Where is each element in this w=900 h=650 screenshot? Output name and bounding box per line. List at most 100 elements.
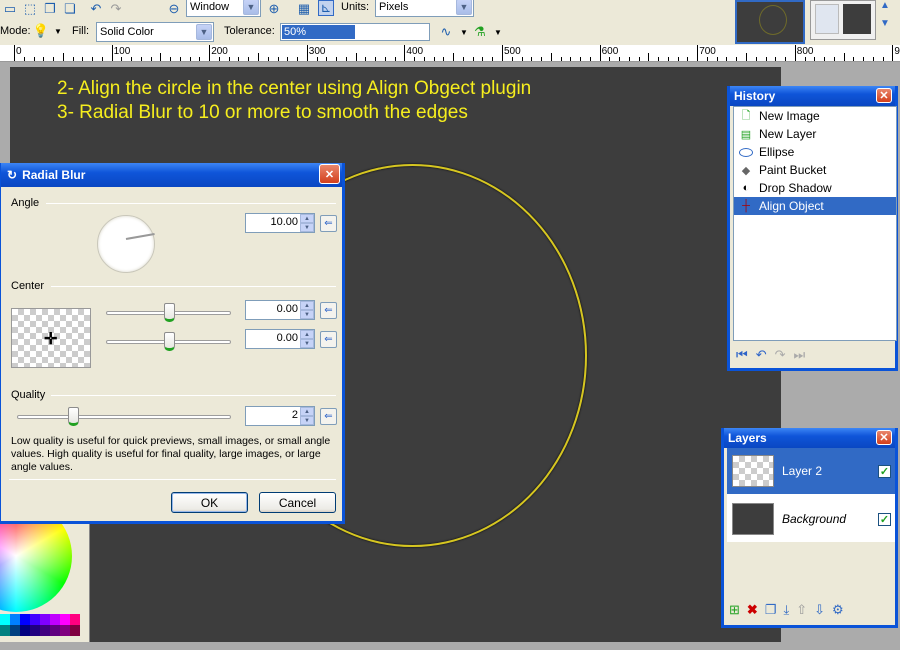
quality-slider[interactable] [17,415,231,419]
crop-icon[interactable]: ▭ [2,1,18,17]
palette-swatch[interactable] [50,614,60,625]
center-x-slider-thumb[interactable] [164,303,175,322]
palette-swatch[interactable] [0,614,10,625]
spin-down-icon[interactable]: ▼ [300,310,314,319]
units-select[interactable]: Pixels ▼ [375,0,474,17]
scroll-up-icon[interactable]: ▲ [880,0,898,14]
angle-spinner[interactable]: 10.00 ▲ ▼ [245,213,315,233]
merge-layer-icon[interactable]: ⤓ [783,602,789,618]
palette-swatch[interactable] [60,614,70,625]
ruler-minor-tick [833,57,835,61]
chevron-down-icon[interactable]: ▼ [456,24,472,40]
rulers-icon[interactable]: ⊾ [318,0,334,16]
lightbulb-icon[interactable]: 💡 [33,23,49,39]
spin-down-icon[interactable]: ▼ [300,223,314,232]
zoom-mode-select[interactable]: Window ▼ [186,0,261,17]
image-thumbnail-active[interactable] [735,0,805,44]
cancel-button[interactable]: Cancel [259,492,336,513]
fast-forward-icon[interactable]: ⏭ [794,347,806,363]
palette-swatch[interactable] [10,625,20,636]
palette-swatch[interactable] [60,625,70,636]
history-item[interactable]: Ellipse [734,143,896,161]
checkbox-checked-icon[interactable]: ✓ [878,512,891,526]
spin-up-icon[interactable]: ▲ [300,407,314,416]
center-preview[interactable]: ✛ [11,308,91,368]
palette[interactable] [0,614,80,636]
move-up-icon[interactable]: ⇧ [796,602,807,618]
palette-swatch[interactable] [50,625,60,636]
palette-swatch[interactable] [70,625,80,636]
chevron-down-icon[interactable]: ▼ [50,23,66,39]
rewind-icon[interactable]: ⏮ [736,347,748,363]
layer-properties-icon[interactable]: ⚙ [832,602,844,618]
layer-row-selected[interactable]: Layer 2 ✓ [727,448,895,494]
duplicate-layer-icon[interactable]: ❐ [765,602,777,618]
deselect-icon[interactable]: ⬚ [22,1,38,17]
history-item-selected[interactable]: ┼ Align Object [734,197,896,215]
checkbox-checked-icon[interactable]: ✓ [878,464,891,478]
scroll-down-icon[interactable]: ▼ [880,18,898,32]
ruler-minor-tick [160,53,162,61]
layers-titlebar[interactable]: Layers ✕ [724,428,895,448]
close-icon[interactable]: ✕ [876,430,892,445]
quality-slider-thumb[interactable] [68,407,79,426]
add-layer-icon[interactable]: ⊞ [729,602,740,618]
center-x-spinner[interactable]: 0.00 ▲ ▼ [245,300,315,320]
tolerance-slider[interactable]: 50% [280,23,430,41]
close-icon[interactable]: ✕ [319,164,340,184]
palette-swatch[interactable] [30,625,40,636]
palette-swatch[interactable] [30,614,40,625]
delete-layer-icon[interactable]: ✖ [747,602,758,618]
palette-swatch[interactable] [20,614,30,625]
ruler-minor-tick [658,57,660,61]
palette-swatch[interactable] [70,614,80,625]
ok-button[interactable]: OK [171,492,248,513]
zoom-out-icon[interactable]: ⊖ [166,1,182,17]
layer-row[interactable]: Background ✓ [727,496,895,542]
antialias-icon[interactable]: ∿ [438,24,454,40]
reset-quality-button[interactable]: ⇐ [320,408,337,425]
palette-swatch[interactable] [10,614,20,625]
history-item[interactable]: ▤ New Layer [734,125,896,143]
spin-down-icon[interactable]: ▼ [300,339,314,348]
image-thumbnail[interactable] [810,0,876,40]
palette-swatch[interactable] [40,614,50,625]
redo-icon[interactable]: ↷ [108,1,124,17]
reset-center-x-button[interactable]: ⇐ [320,302,337,319]
ruler-minor-tick [550,53,552,61]
undo-icon[interactable]: ↶ [88,1,104,17]
ruler-label: 200 [211,46,228,57]
palette-swatch[interactable] [40,625,50,636]
paste-icon[interactable]: ❏ [62,1,78,17]
spin-up-icon[interactable]: ▲ [300,330,314,339]
reset-angle-button[interactable]: ⇐ [320,215,337,232]
history-item[interactable]: 🗋 New Image [734,107,896,125]
move-down-icon[interactable]: ⇩ [814,602,825,618]
undo-icon[interactable]: ↶ [756,347,767,363]
ruler-minor-tick [238,57,240,61]
reset-center-y-button[interactable]: ⇐ [320,331,337,348]
history-titlebar[interactable]: History ✕ [730,86,895,106]
fill-select[interactable]: Solid Color ▼ [96,22,214,42]
center-y-spinner[interactable]: 0.00 ▲ ▼ [245,329,315,349]
palette-swatch[interactable] [0,625,10,636]
ruler-minor-tick [462,57,464,61]
redo-icon[interactable]: ↷ [775,347,786,363]
quality-spinner[interactable]: 2 ▲ ▼ [245,406,315,426]
grid-icon[interactable]: ▦ [296,1,312,17]
palette-swatch[interactable] [20,625,30,636]
center-y-slider-thumb[interactable] [164,332,175,351]
blend-mode-icon[interactable]: ⚗ [472,24,488,40]
spin-down-icon[interactable]: ▼ [300,416,314,425]
history-item[interactable]: ◆ Paint Bucket [734,161,896,179]
chevron-down-icon[interactable]: ▼ [490,24,506,40]
copy-icon[interactable]: ❐ [42,1,58,17]
close-icon[interactable]: ✕ [876,88,892,103]
history-item[interactable]: ◐ Drop Shadow [734,179,896,197]
spin-up-icon[interactable]: ▲ [300,301,314,310]
angle-dial[interactable] [97,215,155,273]
zoom-in-icon[interactable]: ⊕ [266,1,282,17]
ruler-minor-tick [189,57,191,61]
spin-up-icon[interactable]: ▲ [300,214,314,223]
radial-blur-titlebar[interactable]: ↻ Radial Blur ✕ [1,163,342,187]
